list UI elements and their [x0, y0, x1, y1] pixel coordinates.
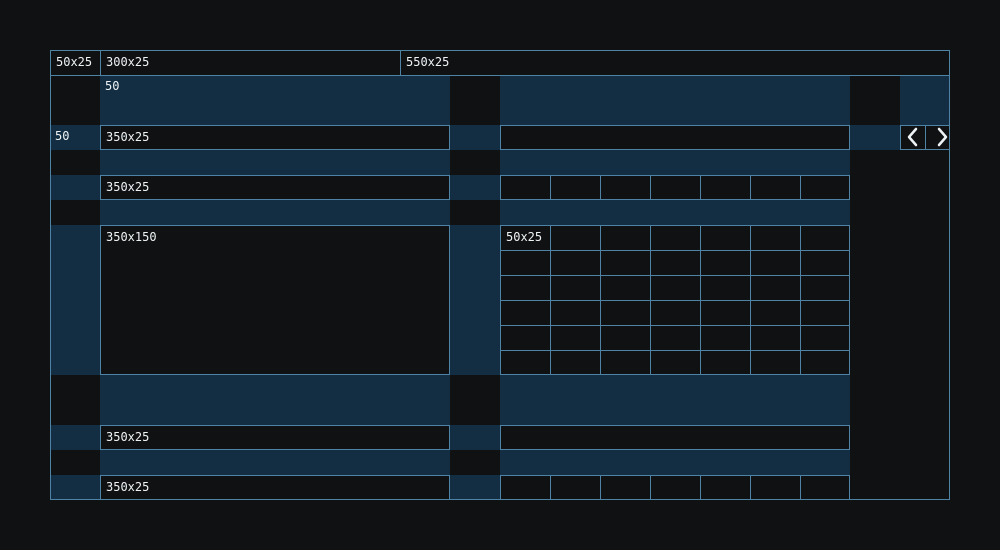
band-top-label: 50 [105, 79, 120, 93]
left-panel-large[interactable]: 350x150 [100, 225, 450, 375]
grid-cell[interactable] [500, 175, 551, 200]
grid-cell[interactable] [600, 350, 651, 375]
grid-cell[interactable] [550, 300, 601, 326]
grid-cell[interactable] [600, 275, 651, 301]
grid-cell[interactable] [500, 350, 551, 375]
left-panel-row2[interactable]: 350x25 [100, 175, 450, 200]
grid-cell[interactable] [700, 300, 751, 326]
grid-cell[interactable] [800, 250, 850, 276]
grid-cell[interactable] [600, 175, 651, 200]
grid-cell[interactable] [800, 300, 850, 326]
left-panel-row4[interactable]: 350x25 [100, 425, 450, 450]
grid-cell[interactable] [700, 325, 751, 351]
left-panel-row5[interactable]: 350x25 [100, 475, 450, 500]
left-panel-row1[interactable]: 350x25 [100, 125, 450, 150]
grid-cell[interactable] [500, 250, 551, 276]
grid-cell[interactable] [500, 325, 551, 351]
segmented-row-top [500, 175, 850, 200]
header-cell-a-label: 50x25 [56, 55, 93, 69]
grid-cell[interactable] [800, 325, 850, 351]
grid-cell[interactable] [800, 350, 850, 375]
segmented-row-bottom [500, 475, 850, 500]
grid-cell[interactable] [550, 325, 601, 351]
grid-cell[interactable] [800, 475, 850, 500]
grid-cell[interactable] [700, 350, 751, 375]
grid-cell[interactable] [650, 250, 701, 276]
grid-cell[interactable] [500, 475, 551, 500]
left-panel-row5-label: 350x25 [106, 480, 150, 494]
grid-cell[interactable] [650, 325, 701, 351]
grid-cell[interactable] [500, 300, 551, 326]
grid-cell[interactable] [800, 175, 850, 200]
grid-cell[interactable] [750, 325, 801, 351]
grid-cell[interactable] [800, 225, 850, 251]
grid-cell[interactable] [700, 225, 751, 251]
header-cell-b: 300x25 [100, 50, 401, 76]
grid-cell[interactable] [500, 275, 551, 301]
grid-cell[interactable]: 50x25 [500, 225, 551, 251]
grid-cell[interactable] [600, 300, 651, 326]
grid-cell[interactable] [550, 475, 601, 500]
cell-grid: 50x25 [500, 225, 850, 375]
grid-cell[interactable] [750, 275, 801, 301]
grid-cell[interactable] [600, 250, 651, 276]
grid-cell[interactable] [550, 350, 601, 375]
grid-cell[interactable] [600, 325, 651, 351]
grid-cell[interactable] [650, 225, 701, 251]
grid-cell[interactable] [750, 350, 801, 375]
grid-cell[interactable] [600, 475, 651, 500]
header-cell-c-label: 550x25 [406, 55, 450, 69]
grid-cell[interactable] [550, 250, 601, 276]
left-panel-large-label: 350x150 [106, 230, 157, 244]
next-button[interactable] [925, 125, 950, 150]
grid-cell[interactable] [650, 350, 701, 375]
grid-cell[interactable] [700, 175, 751, 200]
grid-cell[interactable] [750, 225, 801, 251]
header-cell-b-label: 300x25 [106, 55, 150, 69]
grid-cell[interactable] [650, 300, 701, 326]
grid-cell[interactable] [650, 275, 701, 301]
grid-cell[interactable] [700, 475, 751, 500]
grid-cell[interactable] [750, 300, 801, 326]
grid-cell[interactable] [750, 250, 801, 276]
header-cell-a: 50x25 [50, 50, 101, 76]
grid-cell[interactable] [750, 475, 801, 500]
grid-cell[interactable] [550, 175, 601, 200]
grid-cell[interactable] [650, 175, 701, 200]
grid-first-cell-label: 50x25 [506, 230, 543, 244]
header-cell-c: 550x25 [400, 50, 950, 76]
left-panel-row4-label: 350x25 [106, 430, 150, 444]
left-panel-row1-label: 350x25 [106, 130, 150, 144]
chevron-left-icon [907, 127, 918, 147]
left-panel-row2-label: 350x25 [106, 180, 150, 194]
grid-cell[interactable] [550, 275, 601, 301]
right-bar-row1[interactable] [500, 125, 850, 150]
grid-cell[interactable] [800, 275, 850, 301]
row-marker-label: 50 [55, 129, 70, 143]
prev-button[interactable] [900, 125, 926, 150]
grid-cell[interactable] [600, 225, 651, 251]
chevron-right-icon [937, 127, 948, 147]
grid-cell[interactable] [750, 175, 801, 200]
grid-cell[interactable] [550, 225, 601, 251]
right-bar-row4[interactable] [500, 425, 850, 450]
grid-cell[interactable] [650, 475, 701, 500]
grid-cell[interactable] [700, 275, 751, 301]
grid-cell[interactable] [700, 250, 751, 276]
